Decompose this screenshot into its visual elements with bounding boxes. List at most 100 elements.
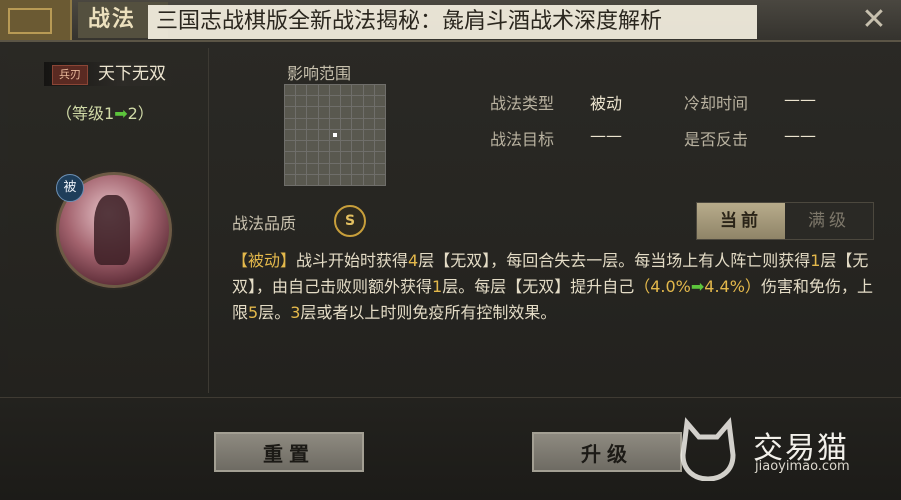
range-cell (329, 174, 341, 185)
level-from: （等级1 (56, 104, 115, 123)
range-cell (296, 152, 307, 163)
range-cell (285, 107, 296, 118)
range-cell (285, 163, 296, 174)
desc-arrow-icon: ➡ (690, 277, 705, 296)
level-toggle: 当前 满级 (696, 202, 874, 240)
desc-number: 1 (810, 251, 821, 270)
desc-number: 3 (290, 303, 301, 322)
range-cell (352, 152, 363, 163)
desc-percent-to: 4.4%） (704, 277, 761, 296)
range-cell (341, 85, 352, 96)
range-cell (374, 129, 385, 141)
range-cell (352, 141, 363, 152)
range-cell (296, 85, 307, 96)
range-cell (285, 85, 296, 96)
reset-button[interactable]: 重置 (214, 432, 364, 472)
range-cell (329, 85, 341, 96)
range-cell (329, 118, 341, 129)
range-cell (285, 174, 296, 185)
range-cell (285, 129, 296, 141)
range-cell (307, 141, 318, 152)
counter-value: —— (784, 126, 816, 145)
quality-label: 战法品质 (232, 214, 297, 233)
range-cell (374, 152, 385, 163)
skill-target-label: 战法目标 (490, 130, 555, 149)
range-cell-self (329, 129, 341, 141)
desc-text: 层或者以上时则免疫所有控制效果。 (300, 303, 557, 322)
warrior-figure (94, 195, 130, 265)
range-cell (341, 96, 352, 107)
counter-label: 是否反击 (684, 130, 749, 149)
upgrade-button[interactable]: 升级 (532, 432, 682, 472)
range-cell (285, 96, 296, 107)
skill-detail: 影响范围 战法类型 被动 战法目标 —— 冷却时间 —— 是否反击 —— 战法品… (210, 42, 892, 397)
range-cell (363, 129, 374, 141)
range-cell (307, 96, 318, 107)
range-cell (296, 107, 307, 118)
passive-badge: 被 (56, 174, 84, 202)
range-cell (307, 107, 318, 118)
close-icon[interactable]: ✕ (857, 3, 891, 37)
range-cell (352, 163, 363, 174)
range-cell (374, 85, 385, 96)
range-cell (341, 107, 352, 118)
range-cell (363, 152, 374, 163)
range-cell (318, 163, 329, 174)
range-cell (363, 107, 374, 118)
range-cell (363, 141, 374, 152)
skill-target-value: —— (590, 126, 622, 145)
skill-type-badge: 兵刃 (52, 65, 88, 85)
level-to: 2） (127, 104, 154, 123)
range-cell (296, 163, 307, 174)
range-cell (341, 118, 352, 129)
desc-passive-tag: 【被动】 (232, 251, 297, 270)
range-cell (352, 107, 363, 118)
range-cell (363, 174, 374, 185)
quality-grade-badge: S (334, 205, 366, 237)
range-cell (318, 141, 329, 152)
range-cell (329, 141, 341, 152)
desc-number: 5 (248, 303, 259, 322)
range-cell (341, 174, 352, 185)
range-cell (285, 141, 296, 152)
desc-number: 1 (432, 277, 443, 296)
range-cell (341, 129, 352, 141)
range-cell (363, 163, 374, 174)
range-cell (329, 96, 341, 107)
range-cell (318, 107, 329, 118)
range-cell (374, 174, 385, 185)
range-cell (307, 118, 318, 129)
skill-level: （等级1➡2） (56, 100, 154, 124)
watermark-url: jiaoyimao.com (755, 459, 850, 474)
title-bar: 战法 三国志战棋版全新战法揭秘：彘肩斗酒战术深度解析 ✕ (0, 0, 901, 42)
range-cell (352, 85, 363, 96)
range-cell (363, 118, 374, 129)
skill-description: 【被动】战斗开始时获得4层【无双】，每回合失去一层。每当场上有人阵亡则获得1层【… (232, 248, 882, 326)
range-cell (296, 96, 307, 107)
skill-name: 天下无双 (98, 64, 166, 84)
range-cell (352, 118, 363, 129)
desc-text: 层【无双】，每回合失去一层。每当场上有人阵亡则获得 (418, 251, 811, 270)
range-cell (374, 107, 385, 118)
range-cell (318, 174, 329, 185)
tab-current[interactable]: 当前 (697, 203, 785, 239)
range-cell (307, 85, 318, 96)
range-cell (374, 96, 385, 107)
range-cell (307, 129, 318, 141)
range-cell (374, 163, 385, 174)
range-cell (307, 152, 318, 163)
range-cell (363, 85, 374, 96)
cooldown-label: 冷却时间 (684, 94, 749, 113)
range-cell (296, 141, 307, 152)
tab-max-level[interactable]: 满级 (785, 203, 873, 239)
desc-text: 战斗开始时获得 (296, 251, 409, 270)
range-label: 影响范围 (287, 64, 352, 83)
range-cell (329, 152, 341, 163)
range-cell (363, 96, 374, 107)
range-cell (318, 129, 329, 141)
range-cell (329, 107, 341, 118)
desc-number: 4 (408, 251, 419, 270)
range-cell (318, 85, 329, 96)
desc-text: 层。 (258, 303, 291, 322)
range-cell (341, 152, 352, 163)
